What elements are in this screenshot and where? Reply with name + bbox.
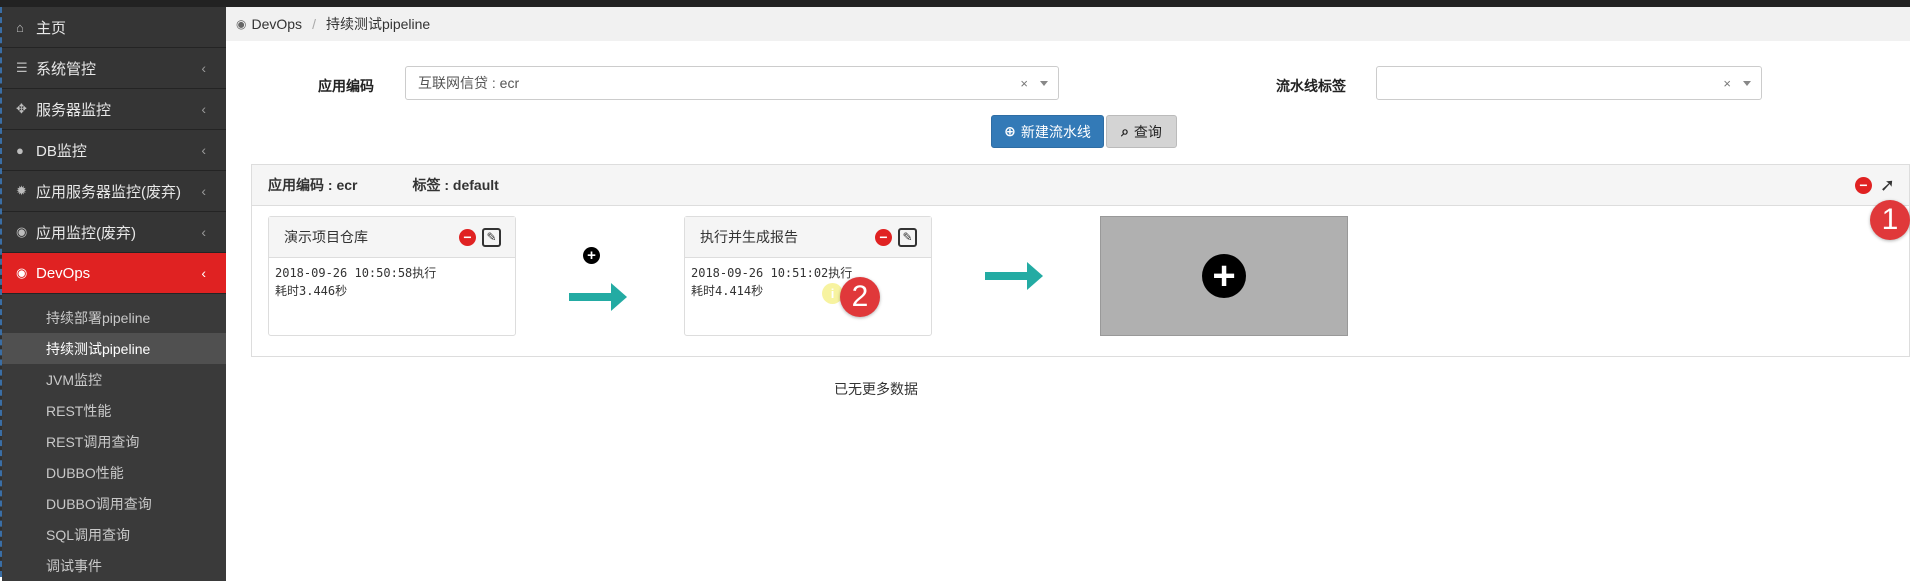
query-button[interactable]: ⌕ 查询 [1106, 115, 1177, 148]
sidebar-subitem[interactable]: DUBBO性能 [2, 457, 226, 488]
sidebar-subitem[interactable]: 调试事件 [2, 550, 226, 581]
search-icon: ⌕ [1121, 123, 1129, 139]
delete-pipeline-icon[interactable]: − [1854, 176, 1872, 194]
stage-exec-time: 2018-09-26 10:50:58执行 [275, 266, 437, 280]
pipeline-stage: 演示项目仓库 − ✎ 2018-09-26 10:50:58执行 耗时3.446… [268, 216, 516, 336]
pipeline-panel-header: 应用编码 : ecr 标签 : default − ➚ [252, 165, 1909, 206]
chevron-down-icon [1040, 81, 1048, 86]
sidebar-subitem[interactable]: JVM监控 [2, 364, 226, 395]
gear-icon: ✹ [16, 183, 27, 198]
stage-actions: − ✎ [459, 227, 501, 247]
chevron-left-icon: ‹ [201, 142, 206, 158]
pipeline-stage: 执行并生成报告 − ✎ 2018-09-26 10:51:02执行 耗时4.41… [684, 216, 932, 336]
breadcrumb-root[interactable]: DevOps [251, 16, 302, 32]
chevron-left-icon: ‹ [201, 265, 206, 281]
sidebar: ⌂ 主页 ☰ 系统管控 ‹ ✥ 服务器监控 ‹ ● DB监控 ‹ ✹ 应用服务器… [0, 7, 226, 581]
pipeline-app-code: 应用编码 : ecr [268, 177, 358, 193]
sidebar-item-server-monitor[interactable]: ✥ 服务器监控 ‹ [2, 89, 226, 130]
stage-title: 执行并生成报告 [700, 229, 798, 245]
stage-header: 演示项目仓库 − ✎ [269, 217, 515, 258]
globe-icon: ● [16, 142, 24, 158]
chevron-left-icon: ‹ [201, 101, 206, 117]
home-icon: ⌂ [16, 19, 24, 35]
sidebar-item-system[interactable]: ☰ 系统管控 ‹ [2, 48, 226, 89]
server-icon: ☰ [16, 60, 28, 75]
annotation-badge: 2 [840, 277, 880, 317]
breadcrumb-separator: / [312, 16, 316, 32]
delete-stage-icon[interactable]: − [875, 228, 892, 246]
app-code-label: 应用编码 [318, 78, 374, 94]
stage-title: 演示项目仓库 [284, 229, 368, 245]
sidebar-item-label: 主页 [36, 19, 67, 37]
sidebar-item-label: 服务器监控 [36, 101, 112, 119]
breadcrumb-current: 持续测试pipeline [325, 16, 431, 32]
sidebar-subitem-active[interactable]: 持续测试pipeline [2, 333, 226, 364]
chevron-left-icon: ‹ [201, 224, 206, 240]
pipeline-tag: 标签 : default [412, 177, 499, 193]
sidebar-item-label: 系统管控 [36, 60, 97, 78]
devops-submenu: 持续部署pipeline 持续测试pipeline JVM监控 REST性能 R… [2, 294, 226, 581]
sidebar-item-home[interactable]: ⌂ 主页 [2, 7, 226, 48]
top-bar [0, 0, 1910, 7]
no-more-data-text: 已无更多数据 [834, 381, 918, 397]
plus-icon: + [1202, 254, 1246, 298]
query-label: 查询 [1133, 123, 1162, 140]
sidebar-subitem[interactable]: 持续部署pipeline [2, 302, 226, 333]
add-stage-button[interactable]: + [1100, 216, 1348, 336]
clear-icon[interactable]: × [1723, 76, 1731, 91]
sidebar-item-db-monitor[interactable]: ● DB监控 ‹ [2, 130, 226, 171]
insert-stage-icon[interactable]: + [583, 247, 600, 264]
breadcrumb: ◉ DevOps / 持续测试pipeline [226, 7, 1910, 41]
delete-stage-icon[interactable]: − [459, 228, 476, 246]
sidebar-item-label: 应用服务器监控(废弃) [36, 183, 181, 201]
sidebar-item-label: DevOps [36, 264, 91, 282]
new-pipeline-button[interactable]: ⊕ 新建流水线 [991, 115, 1104, 148]
app-code-value: 互联网信贷 : ecr [418, 75, 520, 91]
clear-icon[interactable]: × [1020, 76, 1028, 91]
pipeline-actions: − ➚ [1854, 175, 1895, 196]
sidebar-item-app-server-monitor[interactable]: ✹ 应用服务器监控(废弃) ‹ [2, 171, 226, 212]
plus-circle-icon: ⊕ [1004, 123, 1016, 139]
sidebar-subitem[interactable]: SQL调用查询 [2, 519, 226, 550]
main-content: ◉ DevOps / 持续测试pipeline 应用编码 互联网信贷 : ecr… [226, 7, 1910, 577]
sidebar-subitem[interactable]: REST性能 [2, 395, 226, 426]
sidebar-item-label: DB监控 [36, 142, 87, 160]
chevron-left-icon: ‹ [201, 60, 206, 76]
stage-body: 2018-09-26 10:50:58执行 耗时3.446秒 [269, 258, 515, 306]
sidebar-item-devops[interactable]: ◉ DevOps ‹ [2, 253, 226, 294]
stage-header: 执行并生成报告 − ✎ [685, 217, 931, 258]
chevron-left-icon: ‹ [201, 183, 206, 199]
sidebar-item-label: 应用监控(废弃) [36, 224, 136, 242]
arrow-right-icon [985, 262, 1043, 290]
eye-icon: ◉ [16, 224, 28, 239]
pipeline-panel: 应用编码 : ecr 标签 : default − ➚ 演示项目仓库 − ✎ 2… [251, 164, 1910, 357]
arrow-right-icon [569, 283, 627, 311]
crosshair-icon: ✥ [16, 101, 27, 116]
sidebar-item-app-monitor[interactable]: ◉ 应用监控(废弃) ‹ [2, 212, 226, 253]
edit-icon[interactable]: ✎ [898, 227, 917, 247]
eye-icon: ◉ [16, 265, 28, 280]
sidebar-subitem[interactable]: DUBBO调用查询 [2, 488, 226, 519]
stage-duration: 耗时4.414秒 [691, 284, 764, 298]
sidebar-subitem[interactable]: REST调用查询 [2, 426, 226, 457]
pipeline-tag-select[interactable]: × [1376, 66, 1762, 100]
stage-actions: − ✎ [875, 227, 917, 247]
stage-exec-time: 2018-09-26 10:51:02执行 [691, 266, 853, 280]
stage-duration: 耗时3.446秒 [275, 284, 348, 298]
annotation-badge: 1 [1870, 200, 1910, 240]
app-code-select[interactable]: 互联网信贷 : ecr × [405, 66, 1059, 100]
pipeline-tag-label: 流水线标签 [1276, 78, 1346, 94]
new-pipeline-label: 新建流水线 [1020, 123, 1091, 140]
rocket-icon[interactable]: ➚ [1880, 175, 1895, 196]
eye-icon: ◉ [236, 17, 247, 31]
stage-body: 2018-09-26 10:51:02执行 耗时4.414秒 [685, 258, 931, 306]
edit-icon[interactable]: ✎ [482, 227, 501, 247]
chevron-down-icon [1743, 81, 1751, 86]
